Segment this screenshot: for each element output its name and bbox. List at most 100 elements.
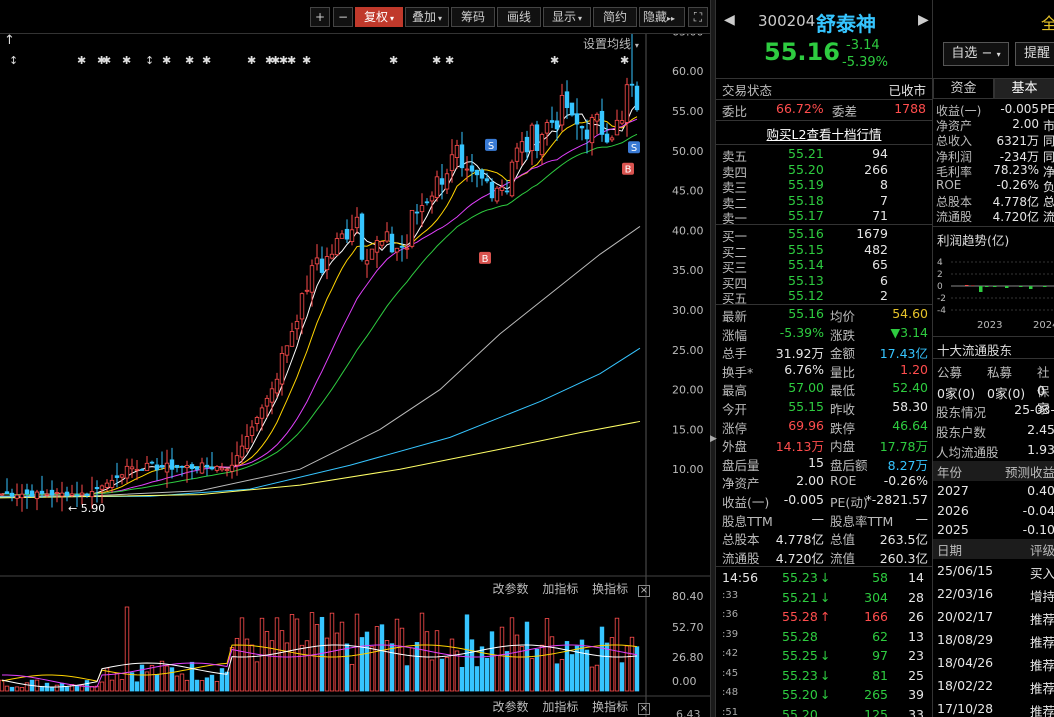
volume-bar — [519, 646, 525, 692]
y-axis-tick-label: 45.00 — [672, 185, 704, 198]
tick-price: 55.25 — [782, 648, 818, 663]
candle-body — [179, 465, 185, 468]
holder-info-value: 25-03- — [1014, 402, 1054, 417]
stat-value: ▼3.14 — [890, 324, 928, 340]
tick-row[interactable]: 14:56 55.23 ↓ 58 14 — [716, 570, 932, 588]
volume-bar — [194, 679, 200, 692]
candle-body — [224, 469, 230, 471]
switch-indicator-button[interactable]: 换指标 — [592, 700, 628, 714]
display-button[interactable]: 显示 ▾ — [543, 7, 591, 27]
caret-down-icon: ▾ — [438, 14, 443, 23]
overlay-button[interactable]: 叠加 ▾ — [405, 7, 449, 27]
stock-code: 300204 — [758, 12, 816, 30]
trade-status-value: 已收市 — [888, 83, 926, 98]
event-marker-icon: ✱ — [185, 54, 194, 67]
hide-button[interactable]: 隐藏▸▸ — [639, 7, 685, 27]
forecast-header-label: 年份 — [937, 465, 963, 480]
volume-bar — [219, 668, 225, 692]
rating-row[interactable]: 18/02/22 推荐 — [933, 678, 1054, 698]
tick-row[interactable]: :42 55.25 ↓ 97 23 — [716, 648, 932, 666]
kline-chart-panel[interactable]: + − 复权 ▾ 叠加 ▾ 筹码 画线 显示 ▾ 简约 隐藏▸▸ ⛶ 设置均线 ▾ ↑… — [0, 0, 710, 717]
tick-row[interactable]: :36 55.28 ↑ 166 26 — [716, 609, 932, 627]
change-params-button[interactable]: 改参数 — [492, 582, 528, 596]
rating-header: 日期 评级 — [933, 539, 1054, 559]
switch-indicator-button[interactable]: 换指标 — [592, 582, 628, 596]
candle-body — [214, 466, 220, 471]
candle-body — [184, 465, 190, 469]
candle-body — [524, 136, 530, 153]
add-indicator-button[interactable]: 加指标 — [542, 582, 578, 596]
volume-bar — [54, 684, 60, 692]
volume-bar — [429, 659, 435, 692]
rating-row[interactable]: 22/03/16 增持 — [933, 586, 1054, 606]
tick-row[interactable]: :48 55.20 ↓ 265 39 — [716, 687, 932, 705]
y-axis-tick-label: 60.00 — [672, 65, 704, 78]
candle-body — [384, 231, 390, 242]
candle-body — [169, 459, 175, 470]
holder-count: 0家(0) — [987, 386, 1026, 401]
tick-row[interactable]: :51 55.20 125 33 — [716, 707, 932, 717]
l2-purchase-link[interactable]: 购买L2查看十档行情 — [716, 124, 932, 142]
stat-value: *-2821.57 — [865, 492, 928, 507]
zoom-in-button[interactable]: + — [310, 7, 330, 27]
close-icon[interactable]: × — [638, 703, 650, 715]
rating-row[interactable]: 18/04/26 推荐 — [933, 655, 1054, 675]
tab-fundamentals[interactable]: 基本 — [994, 78, 1054, 99]
candle-body — [464, 168, 470, 171]
candle-body — [189, 464, 195, 469]
simple-mode-button[interactable]: 简约 — [593, 7, 637, 27]
volume-bar — [489, 631, 495, 692]
candle-body — [39, 490, 45, 494]
draw-line-button[interactable]: 画线 — [497, 7, 541, 27]
tick-row[interactable]: :45 55.23 ↓ 81 25 — [716, 668, 932, 686]
stat-label: 总手 — [722, 346, 748, 362]
rating-row[interactable]: 25/06/15 买入 — [933, 563, 1054, 583]
fundamental-row: 流通股 4.720亿流 — [933, 208, 1054, 224]
stat-label: 量比 — [830, 364, 856, 380]
stat-row: 最高 57.00 最低 52.40 — [716, 380, 932, 398]
tick-row[interactable]: :39 55.28 62 13 — [716, 629, 932, 647]
tick-row[interactable]: :33 55.21 ↓ 304 28 — [716, 590, 932, 608]
stat-label: 换手* — [722, 364, 754, 380]
rating-row[interactable]: 18/08/29 推荐 — [933, 632, 1054, 652]
divider — [716, 304, 932, 305]
candle-body — [104, 482, 110, 488]
rating-row[interactable]: 20/02/17 推荐 — [933, 609, 1054, 629]
zoom-out-button[interactable]: − — [333, 7, 353, 27]
stat-row: 总手 31.92万 金额 17.43亿 — [716, 343, 932, 361]
volume-bar — [554, 663, 560, 692]
prev-stock-icon[interactable]: ◀ — [724, 12, 735, 28]
adjust-rights-button[interactable]: 复权 ▾ — [355, 7, 403, 27]
tick-volume: 97 — [872, 648, 888, 663]
stat-label: 收益(一) — [722, 495, 770, 510]
profit-bar — [1019, 286, 1023, 287]
kline-svg[interactable]: ↕✱✱✱✱↕✱✱✱✱✱✱✱✱✱✱✱✱✱✱ 66.66 →← 5.90SSBB 6… — [0, 34, 710, 717]
candle-body — [0, 493, 5, 496]
change-params-button[interactable]: 改参数 — [492, 700, 528, 714]
fullscreen-icon[interactable]: ⛶ — [688, 7, 708, 27]
volume-bar — [299, 644, 305, 692]
tick-count: 39 — [908, 687, 924, 702]
tab-funds[interactable]: 资金 — [933, 78, 994, 99]
candle-body — [149, 461, 155, 464]
next-stock-icon[interactable]: ▶ — [918, 12, 929, 28]
profit-bar — [965, 285, 969, 286]
fundamental-suffix: PE — [1040, 102, 1054, 116]
close-icon[interactable]: × — [638, 585, 650, 597]
volume-bar — [549, 636, 555, 692]
candle-body — [369, 248, 375, 260]
add-indicator-button[interactable]: 加指标 — [542, 700, 578, 714]
volume-bar — [309, 612, 315, 692]
remind-button[interactable]: 提醒 — [1015, 42, 1054, 66]
rating-row[interactable]: 17/10/28 推荐 — [933, 701, 1054, 717]
hide-label: 隐藏 — [643, 10, 668, 24]
volume-bar — [129, 672, 135, 692]
stat-value: 8.27万 — [887, 457, 928, 473]
watchlist-button[interactable]: 自选 − ▾ — [943, 42, 1009, 66]
stat-value: 57.00 — [788, 380, 824, 396]
ask-price: 55.20 — [788, 161, 824, 177]
chips-button[interactable]: 筹码 — [451, 7, 495, 27]
candle-body — [344, 228, 350, 240]
commission-row: 委比 66.72% 委差 1788 — [716, 101, 932, 119]
ask-volume: 266 — [864, 161, 888, 177]
